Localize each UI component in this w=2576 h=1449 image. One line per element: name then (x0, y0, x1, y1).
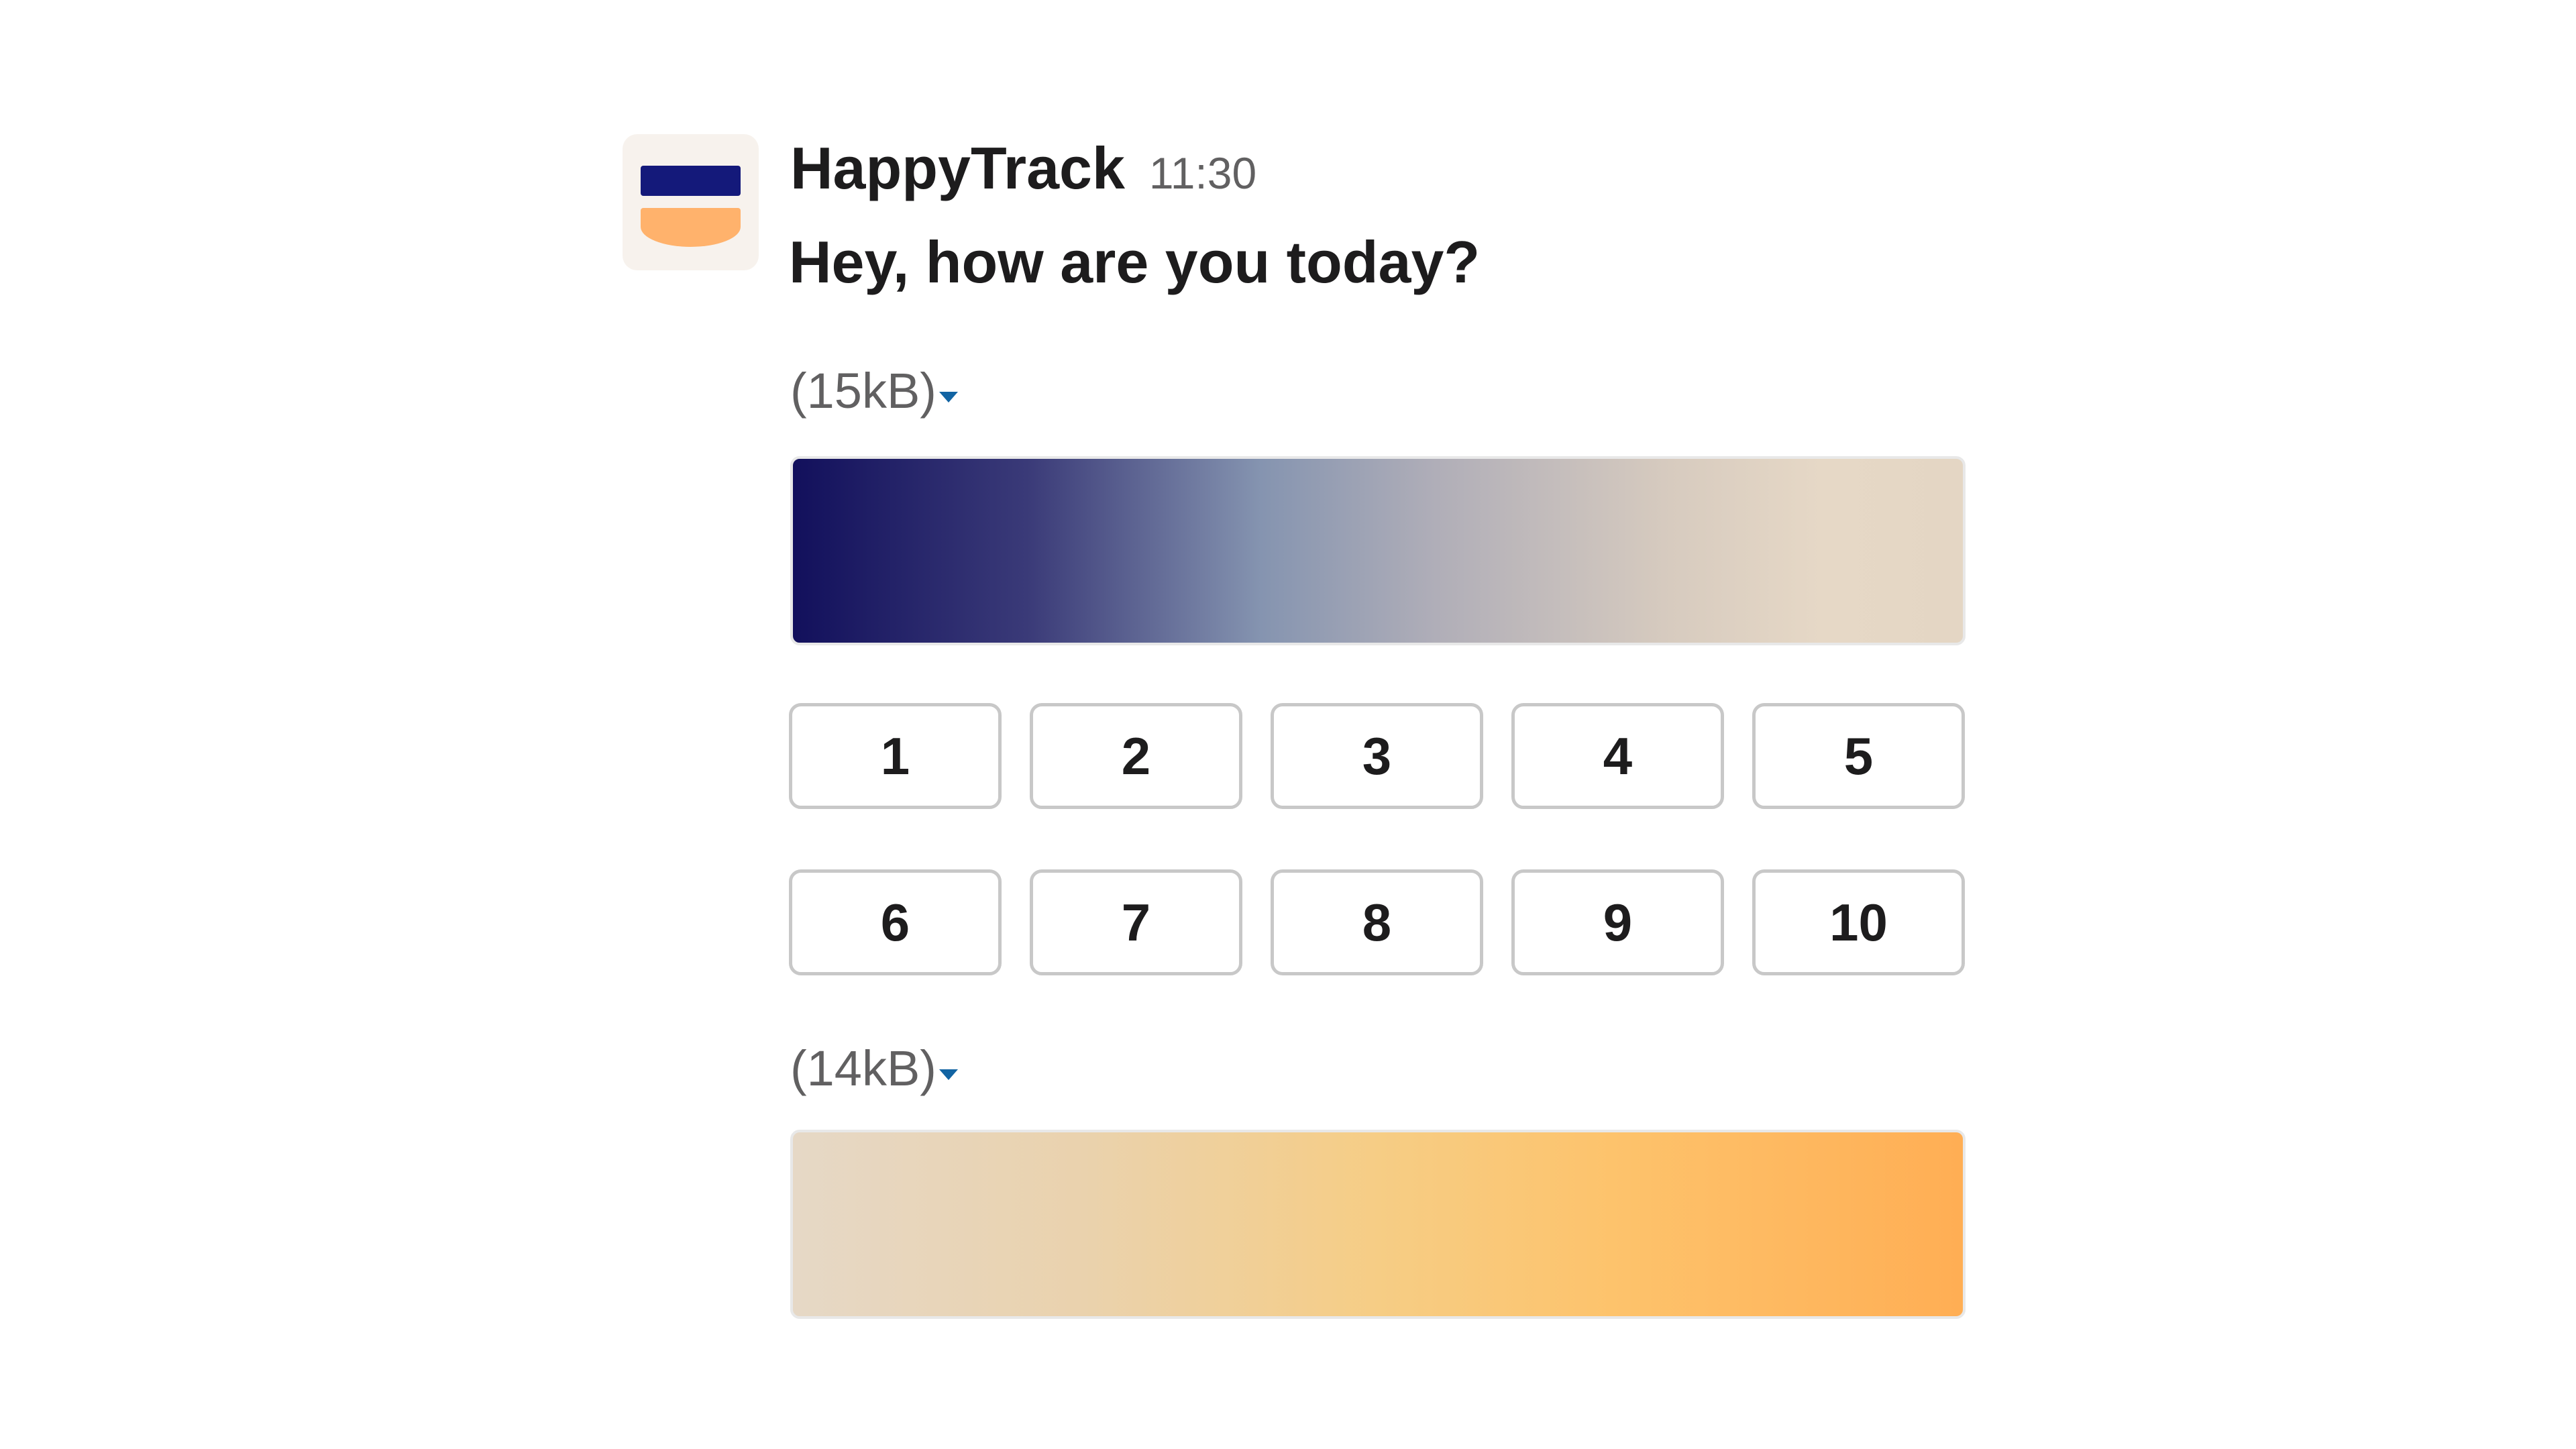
attachment-size: (14kB) (790, 1040, 936, 1096)
rating-button-6[interactable]: 6 (789, 869, 1002, 975)
rating-button-4[interactable]: 4 (1511, 703, 1724, 809)
message-header: HappyTrack 11:30 (790, 134, 1256, 215)
rating-buttons: 1 2 3 4 5 6 7 8 9 10 (789, 703, 1965, 975)
message: HappyTrack 11:30 Hey, how are you today?… (623, 134, 1966, 1342)
logo-top-bar (641, 166, 741, 196)
attachment-image[interactable] (790, 1130, 1966, 1319)
caret-down-icon[interactable] (938, 1069, 958, 1080)
rating-button-9[interactable]: 9 (1511, 869, 1724, 975)
caret-down-icon[interactable] (938, 391, 958, 402)
attachment-image[interactable] (790, 456, 1966, 645)
message-text: Hey, how are you today? (789, 229, 1481, 295)
timestamp[interactable]: 11:30 (1149, 148, 1256, 199)
rating-button-8[interactable]: 8 (1271, 869, 1483, 975)
rating-button-1[interactable]: 1 (789, 703, 1002, 809)
rating-button-3[interactable]: 3 (1271, 703, 1483, 809)
rating-button-2[interactable]: 2 (1030, 703, 1242, 809)
rating-button-10[interactable]: 10 (1752, 869, 1965, 975)
attachment-toggle[interactable]: (14kB) (790, 1040, 958, 1097)
app-avatar[interactable] (623, 134, 759, 270)
sender-name[interactable]: HappyTrack (790, 134, 1125, 203)
rating-button-7[interactable]: 7 (1030, 869, 1242, 975)
rating-button-5[interactable]: 5 (1752, 703, 1965, 809)
logo-bottom-bar (641, 208, 741, 247)
attachment-size: (15kB) (790, 363, 936, 419)
attachment-toggle[interactable]: (15kB) (790, 362, 958, 419)
